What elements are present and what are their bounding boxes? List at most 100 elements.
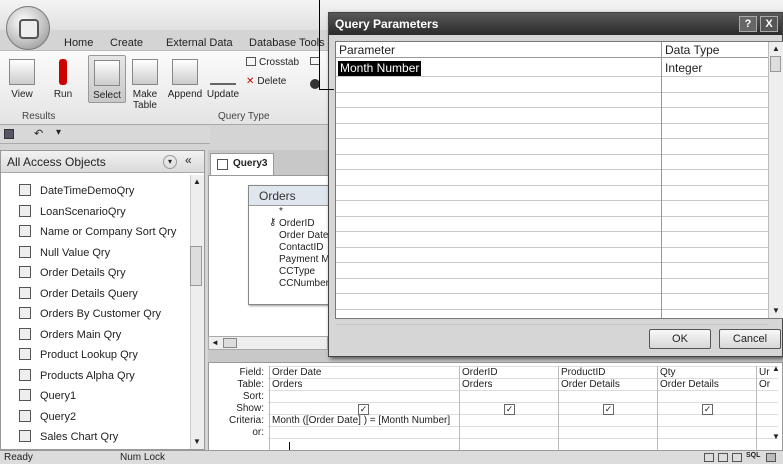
nav-pane-header[interactable]: All Access Objects ▾ «: [1, 151, 204, 173]
nav-item[interactable]: Product Lookup Qry: [19, 345, 179, 365]
show-checkbox[interactable]: ✓: [358, 404, 369, 415]
office-button[interactable]: [6, 6, 50, 50]
nav-item[interactable]: Name or Company Sort Qry: [19, 222, 179, 242]
grid-row-line: [268, 438, 778, 439]
make-table-button[interactable]: Make Table: [128, 59, 162, 111]
crosstab-button[interactable]: Crosstab: [246, 57, 306, 68]
tab-external-data[interactable]: External Data: [166, 37, 233, 49]
nav-item[interactable]: Query2: [19, 407, 179, 427]
datasheet-view-icon[interactable]: [704, 453, 714, 462]
grid-row-label: Table:: [237, 379, 264, 390]
pscroll-thumb[interactable]: [770, 56, 781, 72]
chart-view-icon[interactable]: [732, 453, 742, 462]
show-checkbox[interactable]: ✓: [603, 404, 614, 415]
pivot-view-icon[interactable]: [718, 453, 728, 462]
nav-item[interactable]: Sales Chart Qry: [19, 427, 179, 447]
collapse-pane-icon[interactable]: «: [185, 153, 192, 167]
customize-toolbar-icon[interactable]: ▾: [56, 127, 61, 138]
delete-label: Delete: [257, 76, 287, 87]
pscroll-up-icon[interactable]: ▲: [772, 44, 780, 53]
nav-scroll-thumb[interactable]: [190, 246, 202, 286]
col-header-datatype: Data Type: [662, 42, 768, 58]
nav-item[interactable]: Null Value Qry: [19, 243, 179, 263]
help-button[interactable]: ?: [739, 16, 757, 32]
union-icon[interactable]: [310, 57, 326, 65]
nav-item-label: Query1: [40, 390, 77, 402]
primary-key-field[interactable]: OrderID: [279, 218, 315, 229]
table-field[interactable]: CCType: [279, 266, 315, 277]
append-button[interactable]: Append: [166, 59, 204, 100]
table-field[interactable]: CCNumber: [279, 278, 329, 289]
tab-database-tools[interactable]: Database Tools: [249, 37, 325, 49]
parameter-row-line: [336, 107, 768, 108]
undo-icon[interactable]: ↶: [34, 127, 43, 140]
nav-item[interactable]: Products Alpha Qry: [19, 366, 179, 386]
table-field[interactable]: Order Date: [279, 230, 328, 241]
group-query-type-label: Query Type: [218, 111, 270, 122]
view-button[interactable]: View: [6, 59, 38, 100]
table-field[interactable]: Payment M: [279, 254, 330, 265]
table-pane-hscroll[interactable]: ◄: [208, 336, 328, 350]
key-icon: ⚷: [269, 217, 277, 228]
pscroll-down-icon[interactable]: ▼: [772, 306, 780, 315]
grid-table-cell[interactable]: Orders: [272, 379, 303, 390]
nav-item[interactable]: Query1: [19, 386, 179, 406]
save-icon[interactable]: [4, 129, 14, 139]
grid-field-cell[interactable]: Qty: [660, 367, 676, 378]
nav-item[interactable]: Orders Main Qry: [19, 325, 179, 345]
sql-view-icon[interactable]: SQL: [746, 452, 760, 459]
grid-table-cell[interactable]: Orders: [462, 379, 493, 390]
grid-table-cell[interactable]: Order Details: [561, 379, 620, 390]
nav-item[interactable]: LoanScenarioQry: [19, 202, 179, 222]
tab-create[interactable]: Create: [110, 37, 143, 49]
run-button[interactable]: Run: [48, 59, 78, 100]
grid-table-cell[interactable]: Or: [759, 379, 770, 390]
cancel-button[interactable]: Cancel: [719, 329, 781, 349]
nav-item-label: Order Details Query: [40, 287, 138, 300]
grid-field-cell[interactable]: Ur: [759, 367, 770, 378]
delete-button[interactable]: ✕ Delete: [246, 76, 306, 87]
tab-home[interactable]: Home: [64, 37, 93, 49]
scroll-left-icon[interactable]: ◄: [211, 338, 219, 347]
ok-button[interactable]: OK: [649, 329, 711, 349]
parameter-row-line: [336, 200, 768, 201]
run-label: Run: [53, 89, 73, 100]
grid-field-cell[interactable]: Order Date: [272, 367, 321, 378]
office-logo-icon: [19, 19, 39, 39]
grid-field-cell[interactable]: OrderID: [462, 367, 498, 378]
parameter-row-line: [336, 91, 768, 93]
select-query-button[interactable]: Select: [88, 55, 126, 103]
grid-scroll-down-icon[interactable]: ▼: [772, 432, 780, 441]
parameter-row-line: [336, 231, 768, 232]
parameter-type-cell[interactable]: Integer: [665, 61, 702, 75]
close-button[interactable]: X: [760, 16, 778, 32]
scroll-thumb[interactable]: [223, 338, 237, 348]
nav-item[interactable]: Orders By Customer Qry: [19, 304, 179, 324]
nav-scroll-down-icon[interactable]: ▼: [193, 437, 201, 446]
show-checkbox[interactable]: ✓: [702, 404, 713, 415]
show-checkbox[interactable]: ✓: [504, 404, 515, 415]
grid-field-cell[interactable]: ProductID: [561, 367, 605, 378]
table-field[interactable]: ContactID: [279, 242, 323, 253]
query3-document-tab[interactable]: Query3: [210, 153, 274, 175]
query-parameters-dialog: Query Parameters ? X Parameter Data Type…: [328, 12, 783, 357]
query-icon: [19, 430, 31, 442]
table-field[interactable]: *: [279, 206, 283, 217]
nav-item[interactable]: Order Details Qry: [19, 263, 179, 283]
nav-dropdown-icon[interactable]: ▾: [163, 155, 177, 169]
grid-criteria-cell[interactable]: Month ([Order Date] ) = [Month Number]: [272, 415, 450, 426]
nav-item[interactable]: DateTimeDemoQry: [19, 181, 179, 201]
update-button[interactable]: Update: [204, 59, 242, 100]
parameter-name-cell[interactable]: Month Number: [338, 61, 422, 76]
nav-scrollbar[interactable]: [190, 175, 204, 449]
append-label: Append: [167, 89, 203, 100]
nav-item[interactable]: Order Details Query: [19, 284, 179, 304]
query-tab-label: Query3: [233, 158, 268, 169]
dialog-title-bar[interactable]: Query Parameters: [329, 13, 782, 35]
grid-table-cell[interactable]: Order Details: [660, 379, 719, 390]
passthrough-icon[interactable]: [310, 79, 326, 89]
parameters-scrollbar[interactable]: ▲ ▼: [768, 42, 783, 318]
grid-scroll-up-icon[interactable]: ▲: [772, 364, 780, 373]
design-view-icon[interactable]: [766, 453, 776, 462]
nav-scroll-up-icon[interactable]: ▲: [193, 177, 201, 186]
